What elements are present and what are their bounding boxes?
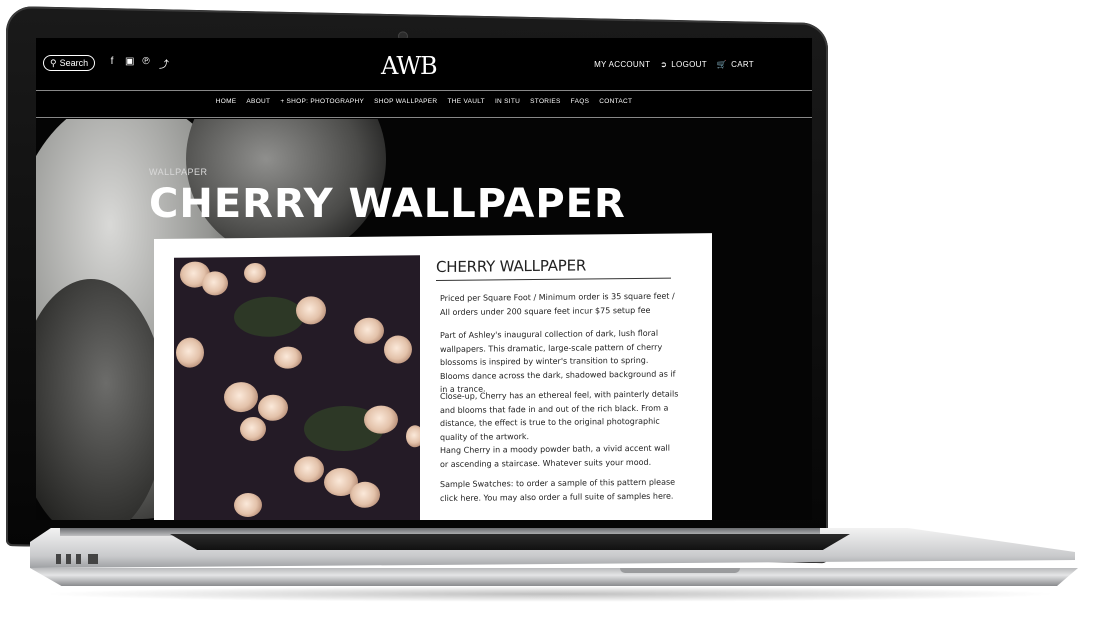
pinterest-icon[interactable]: ℗ — [142, 56, 150, 71]
nav-shop-wallpaper[interactable]: SHOP WALLPAPER — [374, 98, 437, 105]
header-divider — [36, 90, 812, 91]
laptop-base — [30, 528, 1080, 586]
blossom-shape — [296, 296, 326, 325]
logout-link[interactable]: ➲ LOGOUT — [660, 60, 707, 69]
nav-the-vault[interactable]: THE VAULT — [447, 98, 485, 105]
hero-title: CHERRY WALLPAPER — [149, 181, 626, 227]
blossom-shape — [364, 405, 398, 434]
hdmi-port — [88, 554, 98, 564]
social-links: f ▣ ℗ ⤴ — [108, 56, 169, 71]
usb-port — [66, 554, 71, 564]
blossom-shape — [294, 456, 324, 483]
laptop-keyboard — [170, 534, 850, 550]
product-price-note: Priced per Square Foot / Minimum order i… — [440, 291, 675, 317]
product-paragraph: Hang Cherry in a moody powder bath, a vi… — [440, 443, 670, 469]
blossom-shape — [354, 317, 384, 344]
blossom-shape — [274, 346, 302, 369]
facebook-icon[interactable]: f — [108, 56, 116, 71]
search-button[interactable]: ⚲ Search — [43, 55, 96, 71]
product-title-rule — [436, 277, 671, 282]
cart-icon: 🛒 — [716, 60, 728, 69]
blossom-shape — [384, 335, 412, 364]
laptop-screen: ⚲ Search f ▣ ℗ ⤴ AWB MY ACCOUNT ➲ LOGOUT … — [36, 38, 812, 520]
hero-banner: WALLPAPER CHERRY WALLPAPER CHERRY WALLPA… — [36, 119, 812, 520]
search-icon: ⚲ — [50, 58, 57, 68]
hero-eyebrow: WALLPAPER — [149, 167, 208, 177]
blossom-shape — [258, 394, 288, 421]
product-card: CHERRY WALLPAPER Priced per Square Foot … — [154, 233, 712, 520]
search-label: Search — [59, 58, 89, 68]
my-account-link[interactable]: MY ACCOUNT — [594, 60, 650, 69]
account-menu: MY ACCOUNT ➲ LOGOUT 🛒 CART — [594, 60, 754, 69]
blossom-shape — [234, 492, 262, 518]
cart-link[interactable]: 🛒 CART — [717, 60, 754, 69]
usb-port — [56, 554, 61, 564]
product-paragraph: Close-up, Cherry has an ethereal feel, w… — [440, 389, 679, 442]
product-paragraph: Part of Ashley's inaugural collection of… — [440, 328, 676, 395]
site-logo[interactable]: AWB — [381, 52, 438, 80]
blossom-shape — [224, 381, 258, 413]
site-header: ⚲ Search f ▣ ℗ ⤴ AWB MY ACCOUNT ➲ LOGOUT … — [36, 38, 812, 90]
laptop-shadow — [40, 586, 1060, 602]
twitter-icon[interactable]: ⤴ — [159, 56, 169, 71]
logout-icon: ➲ — [660, 60, 668, 69]
laptop-lid-notch — [620, 568, 740, 573]
blossom-shape — [240, 416, 266, 442]
blossom-shape — [406, 425, 420, 448]
instagram-icon[interactable]: ▣ — [125, 56, 134, 71]
sample-swatches-text[interactable]: Sample Swatches: to order a sample of th… — [440, 475, 680, 505]
nav-about[interactable]: ABOUT — [246, 98, 270, 105]
main-nav: HOME ABOUT + SHOP: PHOTOGRAPHY SHOP WALL… — [36, 98, 812, 105]
usb-port — [76, 554, 81, 564]
nav-contact[interactable]: CONTACT — [599, 98, 632, 105]
blossom-shape — [350, 481, 380, 508]
product-image[interactable] — [174, 255, 420, 520]
blossom-shape — [202, 271, 228, 296]
laptop-front-edge — [30, 568, 1078, 586]
laptop-mockup: ⚲ Search f ▣ ℗ ⤴ AWB MY ACCOUNT ➲ LOGOUT … — [0, 0, 1099, 619]
blossom-shape — [176, 337, 204, 368]
product-title: CHERRY WALLPAPER — [436, 256, 587, 277]
leaf-shape — [234, 296, 304, 338]
nav-shop-photography[interactable]: + SHOP: PHOTOGRAPHY — [280, 98, 364, 105]
nav-stories[interactable]: STORIES — [530, 98, 561, 105]
nav-faqs[interactable]: FAQS — [571, 98, 590, 105]
nav-divider — [36, 117, 812, 118]
blossom-shape — [244, 262, 266, 284]
nav-home[interactable]: HOME — [216, 98, 237, 105]
nav-in-situ[interactable]: IN SITU — [495, 98, 520, 105]
